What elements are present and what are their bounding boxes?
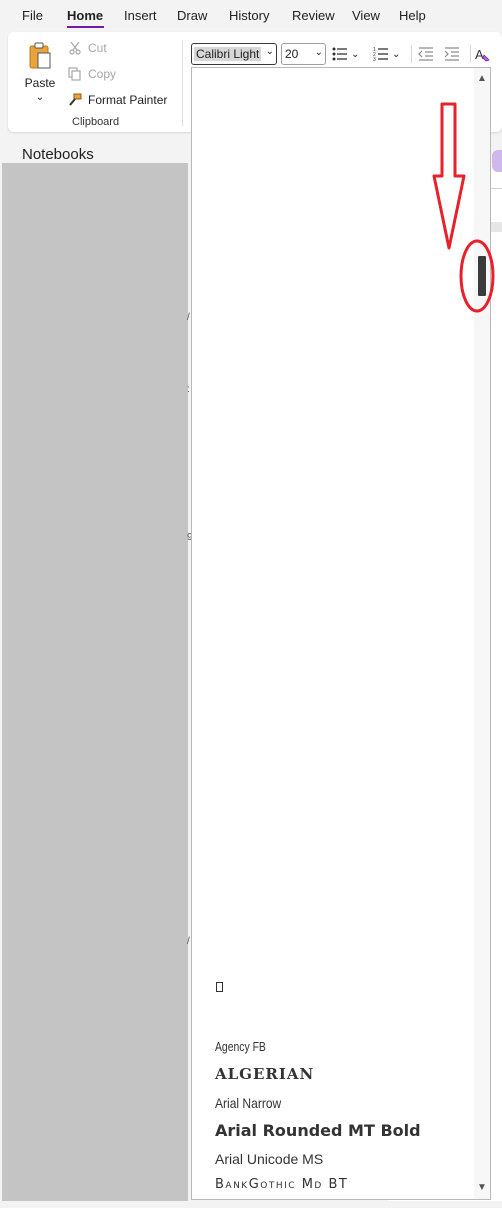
font-option-agency-fb[interactable]: Agency FB: [215, 1039, 266, 1054]
paste-icon: [29, 42, 51, 69]
format-painter-button[interactable]: Format Painter: [68, 90, 167, 110]
ribbon-separator: [411, 45, 412, 63]
svg-text:3: 3: [373, 57, 376, 61]
increase-indent-icon: [444, 47, 459, 61]
chevron-down-icon[interactable]: ⌄: [392, 49, 400, 60]
menu-history[interactable]: History: [229, 8, 269, 23]
pane-edge-mark: /: [187, 312, 190, 323]
copy-icon: [68, 67, 81, 81]
menu-home[interactable]: Home: [67, 8, 103, 23]
format-painter-label: Format Painter: [88, 93, 168, 107]
page-tab[interactable]: [490, 222, 502, 232]
add-page-button[interactable]: [492, 150, 502, 172]
menu-insert[interactable]: Insert: [124, 8, 157, 23]
annotation-circle-icon: [459, 239, 495, 313]
chevron-down-icon[interactable]: ⌄: [315, 47, 323, 58]
cut-label: Cut: [88, 41, 107, 55]
font-option-bankgothic-md-bt[interactable]: BankGothic Md BT: [215, 1177, 348, 1192]
clipboard-group-label: Clipboard: [72, 116, 120, 128]
group-divider: [182, 40, 183, 126]
annotation-arrow-icon: [432, 102, 466, 250]
paste-button[interactable]: Paste ⌄: [16, 40, 62, 110]
copy-label: Copy: [88, 67, 117, 81]
numbering-button[interactable]: 1 2 3 ⌄: [373, 45, 400, 63]
numbered-list-icon: 1 2 3: [373, 47, 388, 61]
font-name-combo[interactable]: Calibri Light ⌄: [191, 43, 277, 65]
menu-review[interactable]: Review: [292, 8, 335, 23]
clear-formatting-button[interactable]: A: [475, 45, 491, 63]
chevron-down-icon[interactable]: ⌄: [266, 46, 274, 57]
pane-edge-mark: /: [187, 936, 190, 947]
pane-edge-mark: :: [187, 384, 190, 395]
increase-indent-button[interactable]: [444, 45, 460, 63]
font-option-arial-narrow[interactable]: Arial Narrow: [215, 1095, 281, 1111]
copy-button[interactable]: Copy: [68, 64, 116, 84]
font-size-value: 20: [285, 47, 299, 61]
bottom-strip: [0, 1201, 502, 1208]
ribbon-separator: [470, 45, 471, 63]
menu-draw[interactable]: Draw: [177, 8, 207, 23]
notebooks-label: Notebooks: [22, 146, 94, 163]
font-option-arial-rounded-mt-bold[interactable]: Arial Rounded MT Bold: [215, 1121, 421, 1140]
bullets-button[interactable]: ⌄: [332, 45, 359, 63]
divider: [490, 188, 502, 189]
decrease-indent-icon: [418, 47, 433, 61]
font-size-combo[interactable]: 20 ⌄: [281, 43, 326, 65]
chevron-down-icon[interactable]: ⌄: [351, 49, 359, 60]
format-painter-icon: [69, 93, 82, 106]
decrease-indent-button[interactable]: [418, 45, 434, 63]
notebooks-pane[interactable]: [2, 163, 188, 1201]
cut-button[interactable]: Cut: [68, 38, 107, 58]
font-option-algerian[interactable]: ALGERIAN: [215, 1065, 314, 1083]
svg-text:A: A: [475, 47, 484, 62]
scissors-icon: [69, 41, 81, 55]
active-tab-indicator: [67, 26, 104, 28]
paste-label: Paste: [24, 76, 56, 90]
font-name-value: Calibri Light: [194, 47, 262, 61]
clear-formatting-icon: A: [475, 47, 490, 62]
scroll-up-arrow-icon[interactable]: ▲: [477, 73, 487, 84]
menu-file[interactable]: File: [22, 8, 43, 23]
menu-bar: File Home Insert Draw History Review Vie…: [0, 0, 502, 32]
font-preview-placeholder: [216, 982, 223, 992]
chevron-down-icon[interactable]: ⌄: [16, 92, 64, 103]
menu-help[interactable]: Help: [399, 8, 426, 23]
font-option-arial-unicode-ms[interactable]: Arial Unicode MS: [215, 1151, 323, 1167]
menu-view[interactable]: View: [352, 8, 380, 23]
bullet-list-icon: [332, 47, 347, 61]
scroll-down-arrow-icon[interactable]: ▼: [477, 1182, 487, 1193]
